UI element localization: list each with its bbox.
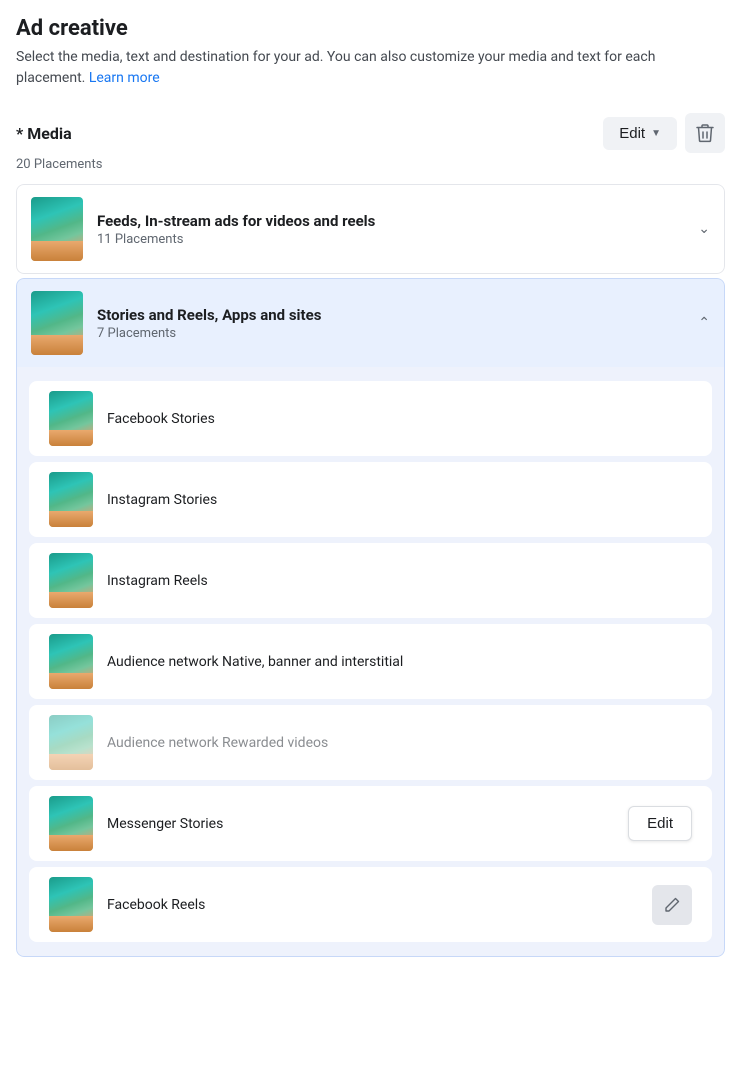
feeds-thumbnail: [31, 197, 83, 261]
media-section: * Media Edit ▼ 20 Placements Feeds, In-s…: [16, 113, 725, 957]
facebook-reels-thumbnail: [49, 877, 93, 932]
stories-group-info: Stories and Reels, Apps and sites 7 Plac…: [97, 306, 698, 341]
list-item: Instagram Reels: [29, 543, 712, 618]
instagram-reels-thumbnail: [49, 553, 93, 608]
stories-chevron-up-icon: ⌃: [698, 315, 710, 331]
pencil-icon: [664, 897, 680, 913]
placement-group-stories-header[interactable]: Stories and Reels, Apps and sites 7 Plac…: [16, 278, 725, 367]
instagram-stories-thumbnail: [49, 472, 93, 527]
stories-group-name: Stories and Reels, Apps and sites: [97, 306, 698, 324]
chevron-down-icon: ▼: [651, 128, 661, 139]
instagram-stories-label: Instagram Stories: [107, 492, 692, 508]
stories-expanded-content: Facebook Stories Instagram Stories Insta…: [16, 367, 725, 957]
messenger-stories-edit-button[interactable]: Edit: [628, 806, 692, 841]
messenger-stories-label: Messenger Stories: [107, 816, 628, 832]
learn-more-link[interactable]: Learn more: [89, 70, 160, 86]
feeds-group-count: 11 Placements: [97, 232, 698, 247]
facebook-reels-label: Facebook Reels: [107, 897, 652, 913]
media-actions: Edit ▼: [603, 113, 725, 153]
page-title: Ad creative: [16, 16, 725, 41]
placement-group-feeds: Feeds, In-stream ads for videos and reel…: [16, 184, 725, 274]
total-placements-count: 20 Placements: [16, 157, 725, 172]
facebook-reels-edit-button[interactable]: [652, 885, 692, 925]
list-item: Instagram Stories: [29, 462, 712, 537]
audience-rewarded-label: Audience network Rewarded videos: [107, 735, 692, 751]
media-label: * Media: [16, 124, 72, 143]
edit-media-button[interactable]: Edit ▼: [603, 117, 677, 150]
feeds-group-info: Feeds, In-stream ads for videos and reel…: [97, 212, 698, 247]
feeds-chevron-down-icon: ⌄: [698, 221, 710, 237]
stories-group-count: 7 Placements: [97, 326, 698, 341]
list-item: Facebook Reels: [29, 867, 712, 942]
list-item: Facebook Stories: [29, 381, 712, 456]
facebook-stories-label: Facebook Stories: [107, 411, 692, 427]
feeds-group-name: Feeds, In-stream ads for videos and reel…: [97, 212, 698, 230]
audience-native-thumbnail: [49, 634, 93, 689]
page-description: Select the media, text and destination f…: [16, 47, 725, 89]
placement-group-feeds-header[interactable]: Feeds, In-stream ads for videos and reel…: [16, 184, 725, 274]
list-item: Messenger Stories Edit: [29, 786, 712, 861]
list-item: Audience network Rewarded videos: [29, 705, 712, 780]
facebook-stories-thumbnail: [49, 391, 93, 446]
audience-rewarded-thumbnail: [49, 715, 93, 770]
instagram-reels-label: Instagram Reels: [107, 573, 692, 589]
list-item: Audience network Native, banner and inte…: [29, 624, 712, 699]
page-header: Ad creative Select the media, text and d…: [16, 16, 725, 89]
audience-native-label: Audience network Native, banner and inte…: [107, 654, 692, 670]
trash-icon: [696, 123, 714, 143]
placement-group-stories: Stories and Reels, Apps and sites 7 Plac…: [16, 278, 725, 957]
media-header: * Media Edit ▼: [16, 113, 725, 153]
delete-media-button[interactable]: [685, 113, 725, 153]
messenger-stories-thumbnail: [49, 796, 93, 851]
stories-thumbnail: [31, 291, 83, 355]
